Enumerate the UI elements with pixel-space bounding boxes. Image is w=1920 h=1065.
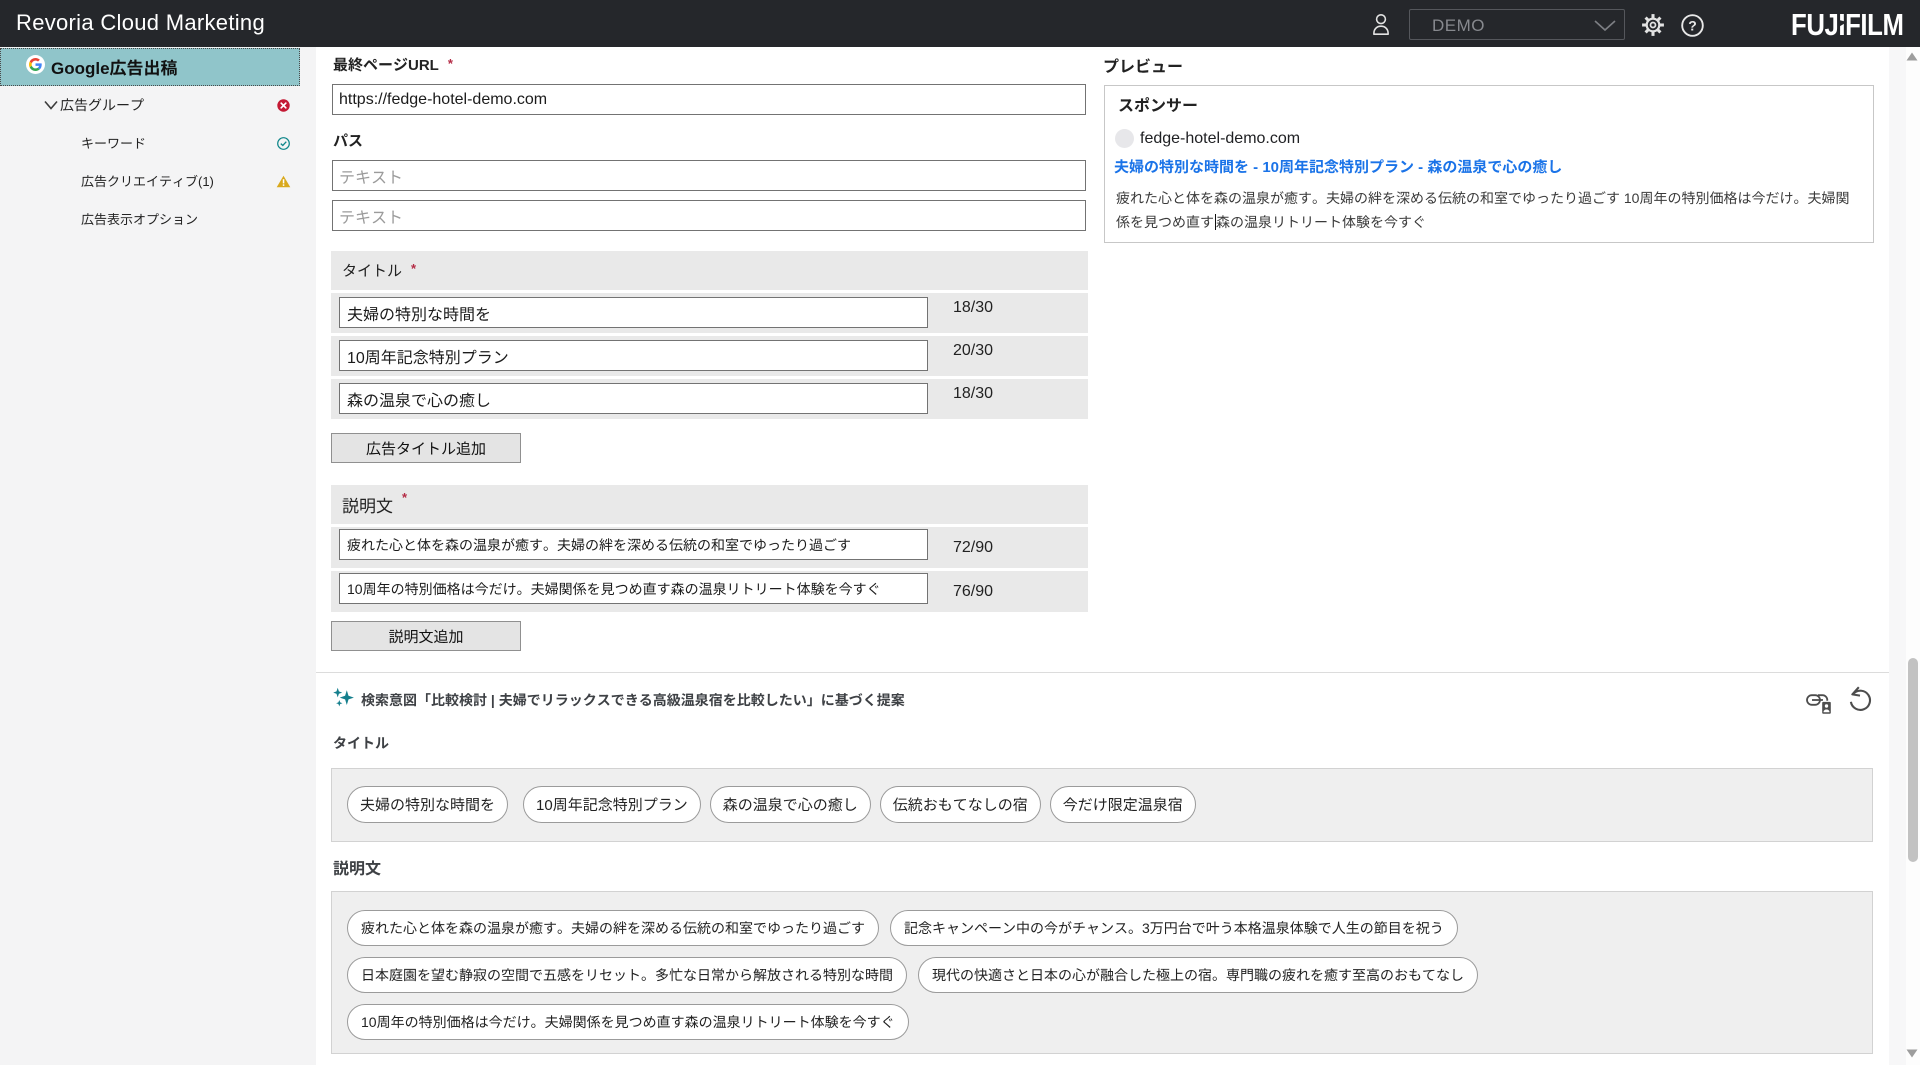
- svg-text:?: ?: [1688, 17, 1697, 33]
